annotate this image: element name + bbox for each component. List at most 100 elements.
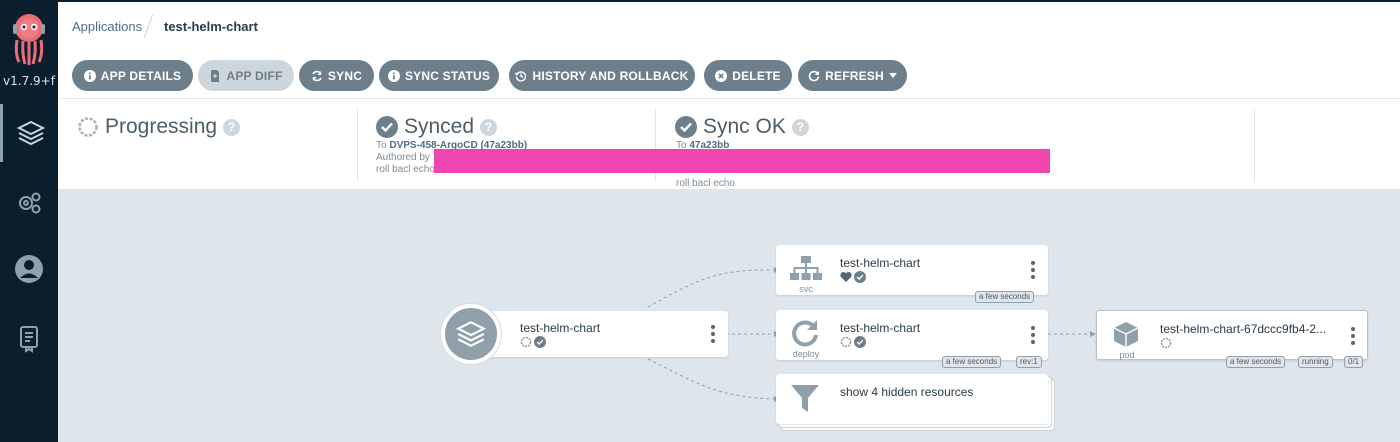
health-status: Progressing ? — [77, 115, 241, 139]
refresh-icon — [808, 70, 820, 81]
app-diff-button[interactable]: APP DIFF — [198, 60, 294, 91]
help-icon[interactable]: ? — [223, 118, 241, 136]
node-menu-icon[interactable] — [1031, 261, 1035, 282]
app-node-icon — [441, 304, 501, 364]
sync-status: Synced ? — [376, 115, 498, 139]
delete-icon — [715, 69, 728, 82]
file-diff-icon — [211, 69, 220, 82]
redaction-bar — [434, 149, 1050, 173]
top-bar: Applications test-helm-chart — [58, 0, 1400, 52]
help-icon[interactable]: ? — [480, 118, 498, 136]
filter-icon — [791, 385, 819, 412]
cube-icon — [1113, 322, 1139, 347]
status-panel: Progressing ? Synced ? To DVPS-458-ArgoC… — [58, 98, 1400, 189]
sync-status-label: SYNC STATUS — [404, 68, 491, 83]
breadcrumb-separator — [143, 14, 154, 38]
node-ready-tag: 0/1 — [1344, 356, 1364, 368]
node-menu-icon[interactable] — [711, 325, 715, 346]
node-name: test-helm-chart-67dccc9fb4-2... — [1160, 322, 1327, 336]
nav-docs[interactable] — [0, 309, 58, 367]
delete-button[interactable]: DELETE — [704, 60, 792, 91]
sync-to-label: To — [376, 140, 387, 151]
sync-status-title: Synced — [404, 115, 475, 138]
node-kind: deploy — [792, 349, 820, 359]
gear-icon — [19, 192, 41, 214]
check-circle-icon — [854, 336, 866, 348]
history-rollback-label: HISTORY AND ROLLBACK — [532, 68, 689, 83]
refresh-label: REFRESH — [825, 68, 884, 83]
node-age-tag: a few seconds — [1226, 356, 1286, 368]
node-kind: pod — [1119, 350, 1135, 360]
progressing-icon — [520, 336, 532, 348]
user-icon — [15, 255, 43, 283]
sync-label: SYNC — [327, 68, 363, 83]
progressing-icon — [1160, 337, 1172, 349]
edge-app-svc — [647, 269, 775, 308]
sync-message: roll bacl echo — [376, 164, 435, 175]
sync-button[interactable]: SYNC — [299, 60, 374, 91]
node-status-icons — [840, 336, 866, 348]
service-network-icon — [790, 256, 822, 280]
progressing-icon — [78, 117, 98, 137]
node-menu-icon[interactable] — [1351, 327, 1355, 348]
caret-down-icon — [888, 72, 897, 78]
node-age-tag: a few seconds — [942, 356, 1002, 368]
node-age-tag: a few seconds — [975, 291, 1035, 303]
deploy-node[interactable]: deploy test-helm-chart a few seconds rev… — [776, 310, 1048, 368]
sidebar: v1.7.9+f — [0, 0, 58, 442]
nav-user-info[interactable] — [0, 240, 58, 298]
sync-status-button[interactable]: SYNC STATUS — [379, 60, 499, 91]
node-name: test-helm-chart — [520, 321, 601, 335]
progressing-icon — [840, 336, 852, 348]
sync-icon — [312, 70, 322, 81]
node-status-icons — [1160, 337, 1172, 349]
nav-applications[interactable] — [0, 104, 58, 162]
app-details-label: APP DETAILS — [100, 68, 182, 83]
info-icon — [387, 69, 400, 82]
check-circle-icon — [854, 271, 866, 283]
book-icon — [20, 326, 38, 353]
hidden-resources-node[interactable]: show 4 hidden resources — [776, 374, 1048, 424]
hidden-resources-label: show 4 hidden resources — [840, 385, 974, 399]
node-revision-tag: rev:1 — [1016, 356, 1042, 368]
layers-icon — [455, 321, 487, 347]
deployment-refresh-icon — [792, 320, 818, 347]
health-status-title: Progressing — [105, 115, 218, 138]
app-details-button[interactable]: APP DETAILS — [72, 60, 193, 91]
node-status-icons — [840, 271, 866, 283]
breadcrumb-current: test-helm-chart — [164, 19, 258, 34]
node-status-icons — [520, 336, 546, 348]
help-icon[interactable]: ? — [791, 118, 809, 136]
layers-icon — [16, 120, 45, 146]
nav-settings[interactable] — [0, 174, 58, 232]
sync-authored: Authored by — [376, 152, 430, 163]
edge-app-hidden — [647, 358, 775, 400]
check-circle-icon — [534, 336, 546, 348]
node-kind: svc — [799, 284, 813, 294]
pod-node[interactable]: pod test-helm-chart-67dccc9fb4-2... a fe… — [1096, 310, 1368, 368]
svc-node[interactable]: svc test-helm-chart a few seconds — [776, 245, 1048, 303]
version-label: v1.7.9+f — [3, 74, 55, 88]
history-icon — [515, 70, 527, 82]
heart-icon — [840, 272, 852, 282]
node-name: test-helm-chart — [840, 321, 921, 335]
toolbar: APP DETAILS APP DIFF SYNC SYNC STATUS HI… — [58, 52, 1400, 98]
delete-label: DELETE — [732, 68, 781, 83]
breadcrumb-applications[interactable]: Applications — [72, 19, 142, 34]
check-circle-icon — [675, 116, 697, 138]
app-diff-label: APP DIFF — [226, 68, 283, 83]
history-rollback-button[interactable]: HISTORY AND ROLLBACK — [509, 60, 695, 91]
operation-status-title: Sync OK — [703, 115, 786, 138]
info-icon — [83, 69, 96, 82]
operation-message: roll bacl echo — [676, 178, 735, 189]
operation-status: Sync OK ? — [675, 115, 809, 139]
check-circle-icon — [376, 116, 398, 138]
node-menu-icon[interactable] — [1031, 326, 1035, 347]
node-phase-tag: running — [1298, 356, 1333, 368]
app-node[interactable]: test-helm-chart — [478, 311, 728, 357]
argo-logo-icon[interactable] — [9, 10, 49, 68]
divider — [357, 109, 358, 181]
divider — [1254, 109, 1255, 181]
refresh-button[interactable]: REFRESH — [798, 60, 907, 91]
node-name: test-helm-chart — [840, 256, 921, 270]
